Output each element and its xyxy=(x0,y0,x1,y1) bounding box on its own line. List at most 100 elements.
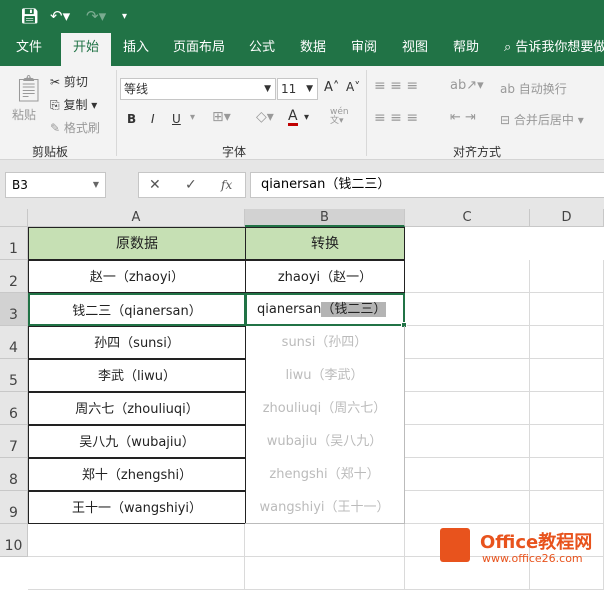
cell-a10[interactable] xyxy=(28,524,245,557)
cell-d3[interactable] xyxy=(530,293,604,326)
cell-d7[interactable] xyxy=(530,425,604,458)
phonetic-icon[interactable]: wén 文▾ xyxy=(330,108,349,126)
cell-a5[interactable]: 李武（liwu） xyxy=(28,359,246,392)
row-header-1[interactable]: 1 xyxy=(0,227,28,260)
cell-a8[interactable]: 郑十（zhengshi） xyxy=(28,458,246,491)
row-header-4[interactable]: 4 xyxy=(0,326,28,359)
row-header-7[interactable]: 7 xyxy=(0,425,28,458)
select-all-button[interactable] xyxy=(0,209,28,227)
row-header-5[interactable]: 5 xyxy=(0,359,28,392)
cell-a7[interactable]: 吴八九（wubajiu） xyxy=(28,425,246,458)
indent-icon[interactable]: ⇤ ⇥ xyxy=(450,110,476,125)
cell-a3[interactable]: 钱二三（qianersan） xyxy=(28,293,246,326)
cell-c3[interactable] xyxy=(405,293,530,326)
cell-b5[interactable]: liwu（李武） xyxy=(245,359,405,392)
font-size-select[interactable]: 11 ▼ xyxy=(277,78,318,100)
cell-b3[interactable]: qianersan（钱二三） xyxy=(245,293,407,328)
cell-c5[interactable] xyxy=(405,359,530,392)
column-header-c[interactable]: C xyxy=(405,209,530,227)
underline-button[interactable]: U xyxy=(172,112,181,126)
formula-input[interactable]: qianersan（钱二三） xyxy=(250,172,604,198)
font-size-value: 11 xyxy=(281,82,297,96)
redo-icon[interactable]: ↷▾ xyxy=(86,7,106,25)
chevron-down-icon[interactable]: ▾ xyxy=(304,112,309,123)
cell-b10[interactable] xyxy=(245,524,405,557)
paste-icon[interactable]: 📋︎ xyxy=(12,74,45,104)
column-header-d[interactable]: D xyxy=(530,209,604,227)
cell-d5[interactable] xyxy=(530,359,604,392)
row-header-3[interactable]: 3 xyxy=(0,293,28,326)
fill-color-icon[interactable]: ◇▾ xyxy=(256,109,274,125)
tab-formulas[interactable]: 公式 xyxy=(242,33,282,66)
cell-a6[interactable]: 周六七（zhouliuqi） xyxy=(28,392,246,425)
search-placeholder: 告诉我你想要做 xyxy=(515,40,604,55)
orientation-icon[interactable]: ab↗▾ xyxy=(450,78,484,93)
column-header-a[interactable]: A xyxy=(28,209,245,227)
cut-label: 剪切 xyxy=(63,75,88,89)
left-align-icon[interactable]: ≡ ≡ ≡ xyxy=(374,110,418,126)
cut-button[interactable]: ✂ 剪切 xyxy=(50,73,88,90)
cell-b4[interactable]: sunsi（孙四） xyxy=(245,326,405,359)
cell-b7[interactable]: wubajiu（吴八九） xyxy=(245,425,405,458)
cell-b8[interactable]: zhengshi（郑十） xyxy=(245,458,405,491)
chevron-down-icon[interactable]: ▾ xyxy=(190,112,195,123)
cell-c9[interactable] xyxy=(405,491,530,524)
cell-d4[interactable] xyxy=(530,326,604,359)
cell-d2[interactable] xyxy=(530,260,604,293)
insert-function-icon[interactable]: fx xyxy=(221,173,232,197)
cell-d9[interactable] xyxy=(530,491,604,524)
cell-c4[interactable] xyxy=(405,326,530,359)
font-name-select[interactable]: 等线 ▼ xyxy=(120,78,276,100)
cell-b1[interactable]: 转换 xyxy=(245,227,405,260)
font-color-icon[interactable]: A xyxy=(288,109,298,126)
row-header-2[interactable]: 2 xyxy=(0,260,28,293)
tab-data[interactable]: 数据 xyxy=(293,33,333,66)
paste-button[interactable]: 粘贴 xyxy=(12,106,36,123)
cell-a4[interactable]: 孙四（sunsi） xyxy=(28,326,246,359)
cell-b2[interactable]: zhaoyi（赵一） xyxy=(245,260,405,293)
tab-file[interactable]: 文件 xyxy=(8,33,50,66)
tab-page-layout[interactable]: 页面布局 xyxy=(168,33,230,66)
row-header-8[interactable]: 8 xyxy=(0,458,28,491)
cell-c6[interactable] xyxy=(405,392,530,425)
customize-icon[interactable]: ▾ xyxy=(122,11,127,22)
tell-me-search[interactable]: ⌕ 告诉我你想要做 xyxy=(504,33,604,66)
tab-insert[interactable]: 插入 xyxy=(115,33,157,66)
copy-button[interactable]: ⎘ 复制 ▾ xyxy=(50,96,97,113)
formula-bar: B3 ▼ ✕ ✓ fx qianersan（钱二三） xyxy=(0,160,604,209)
cell-a11[interactable] xyxy=(28,557,245,590)
cell-d6[interactable] xyxy=(530,392,604,425)
tab-review[interactable]: 审阅 xyxy=(344,33,384,66)
cell-b9[interactable]: wangshiyi（王十一） xyxy=(245,491,405,524)
borders-icon[interactable]: ⊞▾ xyxy=(212,109,231,125)
bold-button[interactable]: B xyxy=(127,112,136,126)
tab-view[interactable]: 视图 xyxy=(395,33,435,66)
cell-a1[interactable]: 原数据 xyxy=(28,227,246,260)
row-header-9[interactable]: 9 xyxy=(0,491,28,524)
name-box[interactable]: B3 ▼ xyxy=(5,172,106,198)
row-header-6[interactable]: 6 xyxy=(0,392,28,425)
cell-b6[interactable]: zhouliuqi（周六七） xyxy=(245,392,405,425)
cancel-icon[interactable]: ✕ xyxy=(149,173,161,197)
cell-d8[interactable] xyxy=(530,458,604,491)
shrink-font-icon[interactable]: A˅ xyxy=(346,80,360,94)
cell-c7[interactable] xyxy=(405,425,530,458)
top-align-icon[interactable]: ≡ ≡ ≡ xyxy=(374,78,418,94)
column-header-b[interactable]: B xyxy=(245,209,405,227)
grow-font-icon[interactable]: A˄ xyxy=(324,80,339,95)
cell-c2[interactable] xyxy=(405,260,530,293)
cell-a2[interactable]: 赵一（zhaoyi） xyxy=(28,260,246,293)
tab-help[interactable]: 帮助 xyxy=(446,33,486,66)
merge-center-button[interactable]: ⊟ 合并后居中 ▾ xyxy=(500,111,584,128)
tab-home[interactable]: 开始 xyxy=(61,33,111,66)
cell-a9[interactable]: 王十一（wangshiyi） xyxy=(28,491,246,524)
enter-icon[interactable]: ✓ xyxy=(185,173,197,197)
format-painter-button[interactable]: ✎ 格式刷 xyxy=(50,119,100,136)
wrap-text-button[interactable]: ab 自动换行 xyxy=(500,80,567,97)
cell-b11[interactable] xyxy=(245,557,405,590)
cell-c8[interactable] xyxy=(405,458,530,491)
save-icon[interactable]: 💾︎ xyxy=(20,7,39,25)
undo-icon[interactable]: ↶▾ xyxy=(50,7,70,25)
italic-button[interactable]: I xyxy=(151,112,155,126)
row-header-10[interactable]: 10 xyxy=(0,524,28,557)
